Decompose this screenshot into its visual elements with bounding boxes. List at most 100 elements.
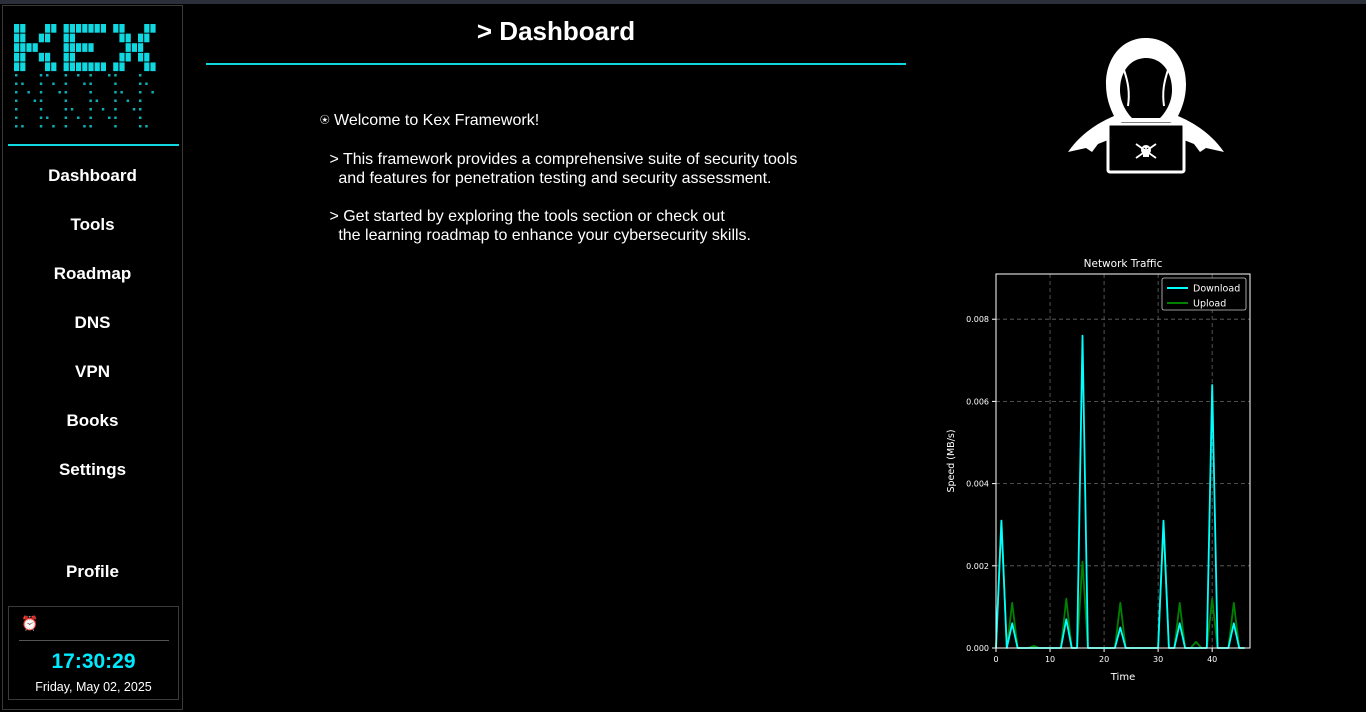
getting-started-paragraph: > Get started by exploring the tools sec…: [329, 208, 751, 244]
logo-block: [88, 62, 94, 72]
logo-block: [94, 62, 100, 72]
logo-block: [82, 24, 88, 33]
logo-dot: [126, 99, 130, 102]
logo-dot: [39, 108, 43, 111]
logo-block: [125, 43, 131, 52]
y-tick-label: 0.006: [966, 397, 989, 406]
logo-dot: [114, 116, 117, 119]
logo-block: [150, 62, 156, 72]
logo-block: [88, 43, 94, 52]
welcome-text: ⍟ Welcome to Kex Framework!: [320, 112, 540, 129]
chart-x-label: Time: [1110, 672, 1135, 683]
logo-block: [119, 33, 125, 43]
logo-dot: [64, 74, 68, 77]
logo-dot: [89, 82, 92, 85]
y-tick-label: 0.000: [966, 644, 989, 653]
logo-divider: [8, 144, 179, 146]
sidebar: Dashboard Tools Roadmap DNS VPN Books Se…: [2, 5, 183, 710]
logo-block: [45, 33, 51, 43]
logo-dot: [15, 108, 18, 111]
logo-dot: [89, 108, 92, 111]
logo-block: [76, 24, 82, 33]
clock-widget: ⏰ 17:30:29 Friday, May 02, 2025: [8, 606, 179, 700]
logo-block: [14, 24, 20, 33]
logo-dot: [108, 116, 111, 119]
logo-dot: [39, 74, 43, 77]
logo-dot: [77, 74, 80, 77]
logo-dot: [46, 116, 49, 119]
nav-settings[interactable]: Settings: [3, 457, 182, 483]
logo-dot: [64, 125, 68, 128]
logo-block: [125, 33, 131, 43]
x-tick-label: 40: [1207, 655, 1217, 664]
logo-block: [69, 62, 75, 72]
logo-dot: [21, 125, 24, 128]
x-tick-label: 30: [1153, 655, 1163, 664]
logo-block: [138, 43, 144, 52]
logo-dot: [39, 99, 43, 102]
chart-svg: Network Traffic Time Speed (MB/s) 0 10 20 3…: [946, 258, 1251, 683]
logo-dot: [64, 108, 68, 111]
logo-dot: [46, 74, 49, 77]
x-tick-label: 0: [993, 655, 998, 664]
logo-block: [144, 62, 150, 72]
logo-block: [82, 62, 88, 72]
logo-block: [144, 33, 150, 43]
nav-vpn[interactable]: VPN: [3, 359, 182, 385]
logo-dot: [15, 125, 18, 128]
nav-books[interactable]: Books: [3, 408, 182, 434]
logo-block: [51, 62, 57, 72]
logo-dot: [15, 82, 18, 85]
logo-block: [63, 62, 69, 72]
logo-block: [69, 33, 75, 43]
series-line-download: [995, 334, 1245, 649]
logo-block: [113, 24, 119, 33]
nav-tools[interactable]: Tools: [3, 212, 182, 238]
logo-block: [38, 33, 44, 43]
logo-dot: [33, 99, 37, 102]
nav-profile[interactable]: Profile: [3, 559, 182, 585]
logo-dot: [139, 74, 142, 77]
logo-dot: [89, 74, 92, 77]
logo-dot: [77, 116, 80, 119]
logo-dot: [120, 91, 123, 94]
logo-block: [100, 62, 106, 72]
logo-dot: [15, 116, 18, 119]
logo-dot: [52, 82, 55, 85]
y-tick-label: 0.004: [966, 480, 989, 489]
alarm-clock-icon: ⏰: [21, 615, 39, 631]
logo-dot: [15, 74, 18, 77]
nav-roadmap[interactable]: Roadmap: [3, 261, 182, 287]
logo-block: [45, 62, 51, 72]
logo-dot: [132, 108, 136, 111]
chart-legend: Download Upload: [1161, 277, 1247, 311]
logo-block: [45, 52, 51, 62]
logo-dot: [114, 91, 117, 94]
logo-dot: [145, 125, 148, 128]
logo-block: [20, 43, 26, 52]
logo-dot: [64, 91, 68, 94]
logo-block: [20, 33, 26, 43]
logo-dot: [139, 99, 142, 102]
logo-dot: [139, 91, 142, 94]
logo-block: [38, 52, 44, 62]
logo-dot: [39, 91, 43, 94]
clock-time: 17:30:29: [51, 650, 136, 673]
hooded-hacker-icon: [1068, 38, 1224, 174]
kex-logo: [14, 24, 156, 128]
logo-block: [14, 43, 20, 52]
nav-dashboard[interactable]: Dashboard: [3, 163, 182, 189]
logo-dot: [39, 116, 43, 119]
logo-dot: [64, 99, 68, 102]
x-tick-label: 20: [1099, 655, 1109, 664]
logo-dot: [114, 125, 117, 128]
legend-label-upload: Upload: [1193, 299, 1226, 310]
logo-dot: [114, 99, 117, 102]
chart-title: Network Traffic: [1084, 258, 1163, 270]
nav-dns[interactable]: DNS: [3, 310, 182, 336]
logo-block: [69, 52, 75, 62]
logo-dot: [114, 108, 117, 111]
logo-dot: [21, 82, 24, 85]
logo-block: [45, 24, 51, 33]
title-divider: [206, 63, 906, 65]
